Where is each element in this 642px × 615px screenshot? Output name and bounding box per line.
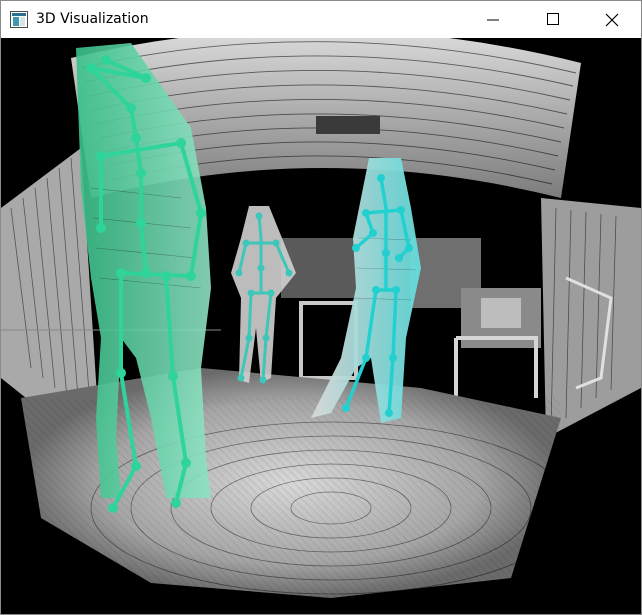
minimize-icon (487, 19, 499, 21)
maximize-button[interactable] (531, 1, 575, 38)
close-button[interactable] (589, 1, 633, 38)
maximize-icon (547, 13, 559, 25)
3d-viewport[interactable] (1, 38, 641, 614)
close-icon (605, 13, 619, 27)
app-window-icon (10, 11, 28, 28)
window-title: 3D Visualization (36, 11, 149, 27)
minimize-button[interactable] (471, 1, 515, 38)
visualization-window: 3D Visualization (0, 0, 642, 615)
point-cloud-canvas[interactable] (1, 38, 641, 614)
title-bar[interactable]: 3D Visualization (1, 1, 641, 38)
